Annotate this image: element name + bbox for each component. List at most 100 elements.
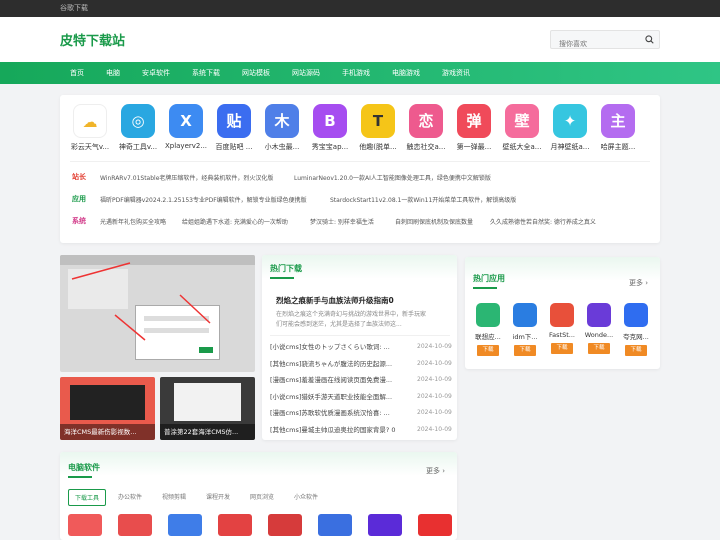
- nav-item-news[interactable]: 游戏资讯: [442, 62, 470, 84]
- news-date: 2024-10-09: [417, 425, 452, 433]
- row-link[interactable]: WinRARv7.01Stable老牌压缩软件，经典装机软件，烈火汉化版: [100, 173, 273, 182]
- download-button[interactable]: 下载: [625, 345, 647, 356]
- download-button[interactable]: 下载: [588, 343, 610, 354]
- software-icon[interactable]: [318, 514, 352, 536]
- search-input[interactable]: [551, 35, 641, 53]
- app-icon: 主: [601, 104, 635, 138]
- app-tile[interactable]: ✦ 月神壁纸a...: [546, 104, 594, 152]
- news-item[interactable]: [小说cms]猎妖手游天道职业技能全面解...: [270, 391, 410, 401]
- row-link[interactable]: 光遇新年礼包购买全攻略: [100, 217, 166, 226]
- software-icon[interactable]: [368, 514, 402, 536]
- nav-item-mobile-games[interactable]: 手机游戏: [342, 62, 370, 84]
- hot-app-item[interactable]: 夸克网... 下载: [619, 303, 653, 356]
- thumb-screen: [174, 383, 241, 421]
- row-link[interactable]: 福昕PDF编辑器v2024.2.1.25153专业PDF编辑软件，解锁专业版绿色…: [100, 195, 307, 204]
- row-link[interactable]: 给姐姐跪遇下水道: 充满爱心的一次帮助: [182, 217, 288, 226]
- app-name: 触恋社交a...: [406, 143, 446, 151]
- more-link[interactable]: 更多 ›: [629, 278, 648, 288]
- hot-app-name: 联想应...: [475, 333, 501, 341]
- software-icon[interactable]: [118, 514, 152, 536]
- software-icon[interactable]: [68, 514, 102, 536]
- row-label-system: 系统: [72, 217, 86, 225]
- app-tile[interactable]: T 他趣(脱单...: [354, 104, 402, 152]
- app-tile[interactable]: 贴百度贴吧 ...: [210, 104, 258, 152]
- news-item[interactable]: [漫画cms]羞羞漫画在线阅读页面免费漫...: [270, 374, 410, 384]
- software-icon[interactable]: [168, 514, 202, 536]
- app-tile[interactable]: 恋触恋社交a...: [402, 104, 450, 152]
- software-icon[interactable]: [218, 514, 252, 536]
- featured-apps-card: ☁ 彩云天气v... ◎ 神奇工具v... X Xplayerv2... 贴百度贴吧 ...…: [60, 95, 660, 243]
- nav-item-android[interactable]: 安卓软件: [142, 62, 170, 84]
- app-tile[interactable]: ☁ 彩云天气v...: [66, 104, 114, 152]
- app-tile[interactable]: 弹第一弹最...: [450, 104, 498, 152]
- row-link[interactable]: 梦汉骑士: 别样幸福生活: [310, 217, 374, 226]
- top-bar: 谷歌下载: [0, 0, 720, 17]
- chevron-right-icon: ›: [442, 467, 446, 475]
- category-tab[interactable]: 办公软件: [112, 489, 148, 504]
- app-name: 百度贴吧 ...: [215, 143, 253, 151]
- category-tab[interactable]: 网页浏览: [244, 489, 280, 504]
- app-tile[interactable]: 木小木虫最...: [258, 104, 306, 152]
- slider-main-image[interactable]: [60, 255, 255, 372]
- featured-article-title[interactable]: 烈焰之痕新手与血族法师升级指南0: [276, 295, 394, 306]
- app-name: 秀宝宝ap...: [311, 143, 349, 151]
- app-icon: 恋: [409, 104, 443, 138]
- nav-item-templates[interactable]: 网站模板: [242, 62, 270, 84]
- hot-app-icon: [587, 303, 611, 327]
- hot-app-item[interactable]: FastSt... 下载: [545, 303, 579, 354]
- slide-thumb[interactable]: 普涂第22套海洋CMS仿...: [160, 377, 255, 440]
- news-item[interactable]: [小说cms]女性のトップさくらい歌词: ...: [270, 341, 410, 351]
- news-item[interactable]: [漫画cms]苏歌软优质漫画系统汉恰喜: ...: [270, 407, 410, 417]
- nav-item-pc-games[interactable]: 电脑游戏: [392, 62, 420, 84]
- nav-item-source[interactable]: 网站源码: [292, 62, 320, 84]
- hot-app-item[interactable]: idm下... 下载: [508, 303, 542, 356]
- app-icon: 弹: [457, 104, 491, 138]
- slide-thumb[interactable]: 海洋CMS最新伤影视数...: [60, 377, 155, 440]
- nav-item-pc[interactable]: 电脑: [106, 62, 120, 84]
- main-nav: 首页 电脑 安卓软件 系统下载 网站模板 网站源码 手机游戏 电脑游戏 游戏资讯: [0, 62, 720, 84]
- download-button[interactable]: 下载: [551, 343, 573, 354]
- site-logo[interactable]: 皮特下载站: [60, 30, 125, 49]
- row-label-apps: 应用: [72, 195, 86, 203]
- chevron-right-icon: ›: [645, 279, 649, 287]
- app-tile[interactable]: 主哈屏主题...: [594, 104, 642, 152]
- app-icon: 壁: [505, 104, 539, 138]
- nav-item-system[interactable]: 系统下载: [192, 62, 220, 84]
- news-item[interactable]: [其他cms]曼城主帅瓜迪奥拉的国家背景? 0: [270, 424, 410, 434]
- search-box: [550, 30, 660, 53]
- news-item[interactable]: [其他cms]骁流ちゃんが腹法的历史起源...: [270, 358, 410, 368]
- search-icon[interactable]: [645, 35, 654, 44]
- row-link[interactable]: 自刺回刷保底机制及保底数量: [395, 217, 473, 226]
- app-tile[interactable]: 壁壁纸大全a...: [498, 104, 546, 152]
- hot-app-name: FastSt...: [549, 331, 575, 339]
- nav-item-home[interactable]: 首页: [70, 62, 84, 84]
- hot-app-icon: [476, 303, 500, 327]
- row-link[interactable]: StardockStart11v2.08.1一款Win11开始菜单工具软件，解锁…: [330, 195, 516, 204]
- category-tab[interactable]: 下载工具: [68, 489, 107, 506]
- category-tab[interactable]: 课程开发: [200, 489, 236, 504]
- app-name: 月神壁纸a...: [550, 143, 590, 151]
- app-tile[interactable]: B 秀宝宝ap...: [306, 104, 354, 152]
- featured-article-desc: 在烈焰之痕这个充满奇幻与挑战的游戏世界中，新手玩家们可能会感到迷茫，尤其是选择了…: [276, 311, 427, 328]
- row-link[interactable]: LuminarNeov1.20.0一款AI人工智能图像处理工具，绿色便携中文解锁…: [294, 173, 491, 182]
- app-tile[interactable]: ◎ 神奇工具v...: [114, 104, 162, 152]
- card-header-bg: [60, 452, 457, 476]
- more-link[interactable]: 更多 ›: [426, 466, 445, 476]
- row-link[interactable]: 久久成熟德性若自然奖: 德行养成之真义: [490, 217, 640, 226]
- hot-app-icon: [550, 303, 574, 327]
- top-bar-link[interactable]: 谷歌下载: [60, 4, 88, 12]
- software-icon[interactable]: [268, 514, 302, 536]
- software-icon[interactable]: [418, 514, 452, 536]
- row-label-webmaster: 站长: [72, 173, 86, 181]
- hot-app-item[interactable]: 联想应... 下载: [471, 303, 505, 356]
- app-icon: ✦: [553, 104, 587, 138]
- download-button[interactable]: 下载: [477, 345, 499, 356]
- category-tab[interactable]: 小众软件: [288, 489, 324, 504]
- more-label: 更多: [426, 467, 440, 475]
- app-name: 哈屏主题...: [600, 143, 636, 151]
- hot-app-item[interactable]: Wonde... 下载: [582, 303, 616, 354]
- app-icon: ◎: [121, 104, 155, 138]
- category-tab[interactable]: 视频剪辑: [156, 489, 192, 504]
- download-button[interactable]: 下载: [514, 345, 536, 356]
- app-tile[interactable]: X Xplayerv2...: [162, 104, 210, 150]
